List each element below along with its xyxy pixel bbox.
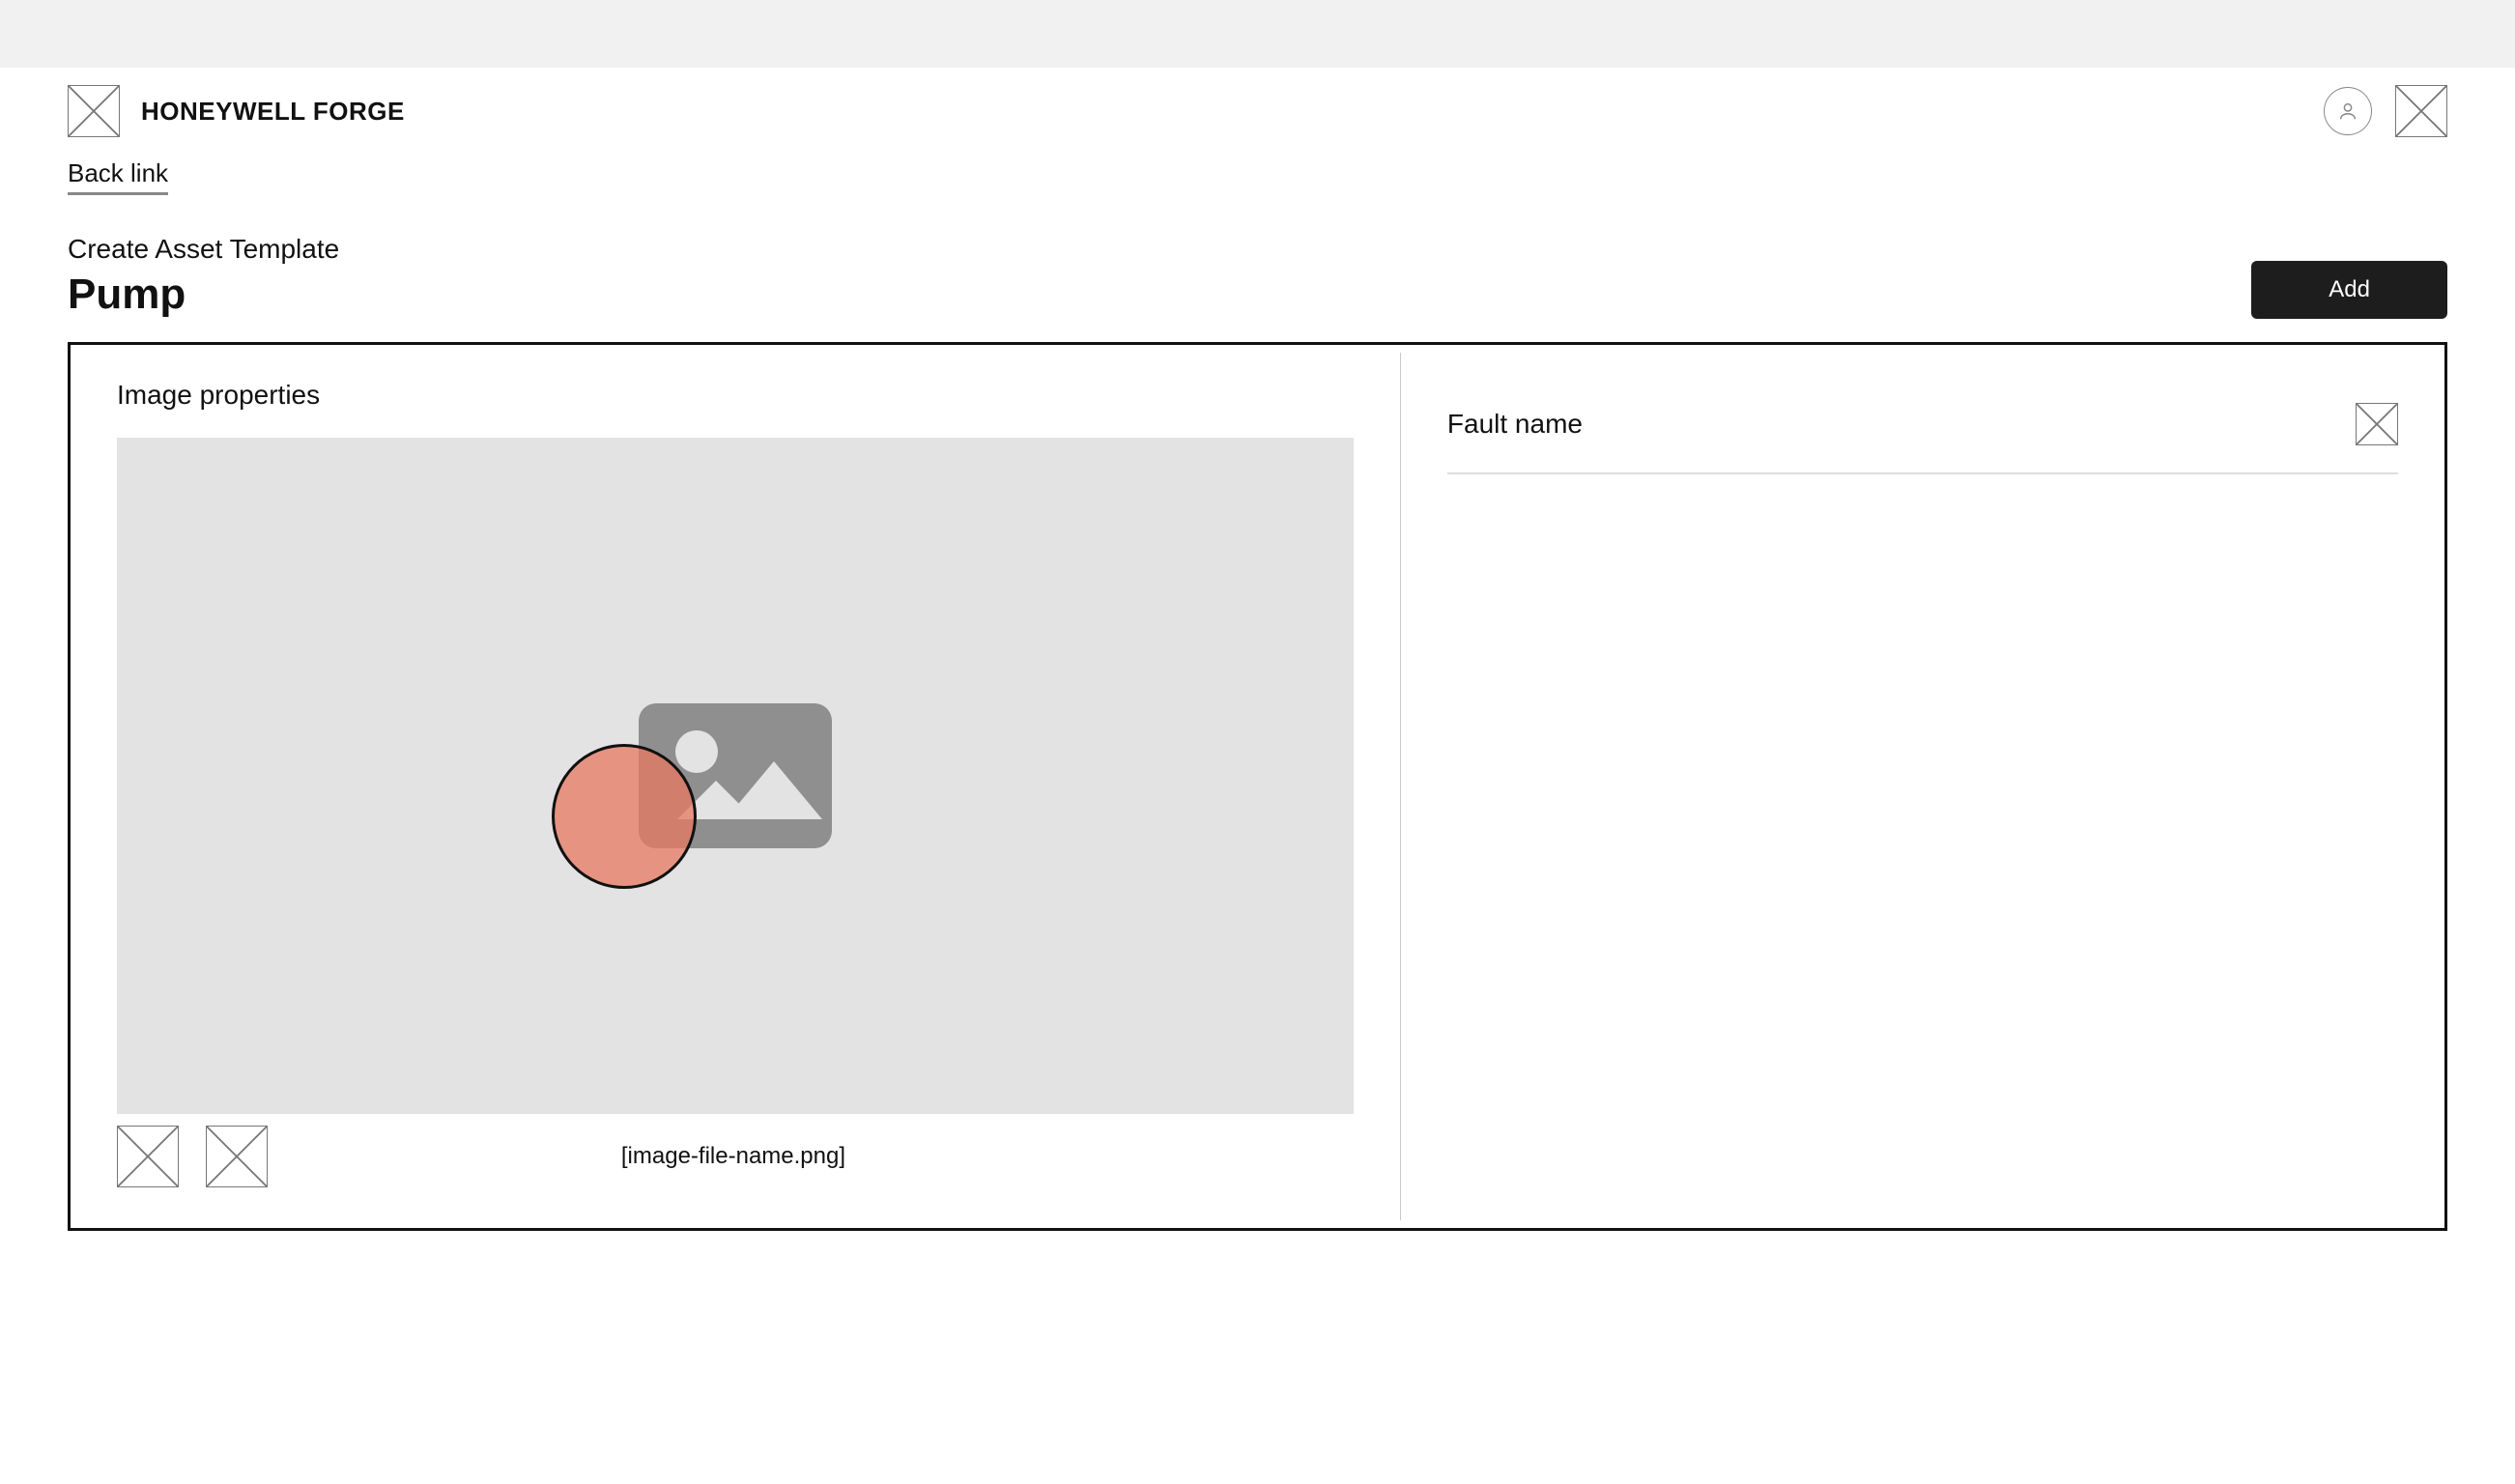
image-action-2-icon[interactable]: [206, 1126, 268, 1187]
top-strip: [0, 0, 2515, 68]
fault-action-icon[interactable]: [2356, 403, 2398, 445]
brand-logo-icon: [68, 85, 120, 137]
add-button[interactable]: Add: [2251, 261, 2447, 319]
page-subtitle: Create Asset Template: [68, 234, 339, 265]
image-filename: [image-file-name.png]: [295, 1143, 1172, 1170]
back-link[interactable]: Back link: [68, 155, 168, 195]
fault-panel: Fault name: [1401, 345, 2444, 1228]
user-avatar-icon[interactable]: [2324, 87, 2372, 135]
image-meta-row: [image-file-name.png]: [117, 1126, 1354, 1187]
hotspot-marker[interactable]: [552, 744, 697, 889]
header-actions: [2324, 85, 2447, 137]
image-properties-heading: Image properties: [117, 380, 1354, 411]
app-header: HONEYWELL FORGE: [68, 68, 2447, 147]
page-title: Pump: [68, 271, 339, 319]
image-preview[interactable]: [117, 438, 1354, 1114]
brand-name: HONEYWELL FORGE: [141, 97, 405, 127]
content-box: Image properties [image-file-name.png]: [68, 342, 2447, 1231]
fault-name-label: Fault name: [1447, 409, 1583, 440]
title-block: Create Asset Template Pump Add: [68, 234, 2447, 319]
header-menu-icon[interactable]: [2395, 85, 2447, 137]
fault-row[interactable]: Fault name: [1447, 403, 2398, 474]
image-action-1-icon[interactable]: [117, 1126, 179, 1187]
image-properties-panel: Image properties [image-file-name.png]: [71, 345, 1400, 1228]
page-content: HONEYWELL FORGE Back link Create Asset T…: [0, 68, 2515, 1231]
